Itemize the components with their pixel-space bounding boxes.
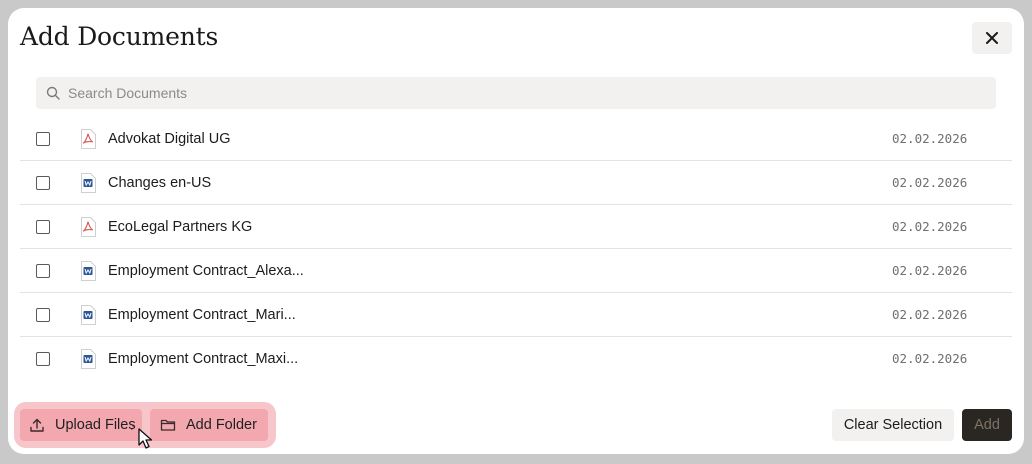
document-row[interactable]: Employment Contract_Alexa... 02.02.2026 (20, 249, 1012, 293)
pdf-file-icon (80, 129, 96, 149)
word-file-icon (80, 305, 96, 325)
word-file-icon (80, 349, 96, 369)
word-file-icon (80, 173, 96, 193)
document-row[interactable]: EcoLegal Partners KG 02.02.2026 (20, 205, 1012, 249)
upload-icon (29, 417, 45, 433)
clear-selection-button[interactable]: Clear Selection (832, 409, 954, 441)
search-input[interactable] (68, 85, 968, 101)
search-bar[interactable] (36, 77, 996, 109)
clear-selection-label: Clear Selection (843, 417, 943, 433)
close-icon (986, 32, 998, 44)
upload-files-label: Upload Files (55, 417, 136, 433)
document-name: EcoLegal Partners KG (108, 218, 253, 235)
document-row[interactable]: Employment Contract_Mari... 02.02.2026 (20, 293, 1012, 337)
add-label: Add (974, 417, 1000, 433)
word-file-icon (80, 261, 96, 281)
add-folder-button[interactable]: Add Folder (150, 409, 268, 441)
document-checkbox[interactable] (36, 351, 50, 366)
document-name: Employment Contract_Alexa... (108, 262, 304, 279)
document-date: 02.02.2026 (892, 307, 968, 322)
document-row[interactable]: Changes en-US 02.02.2026 (20, 161, 1012, 205)
document-checkbox[interactable] (36, 263, 50, 278)
close-button[interactable] (972, 22, 1012, 54)
document-date: 02.02.2026 (892, 175, 968, 190)
add-button[interactable]: Add (962, 409, 1012, 441)
document-checkbox[interactable] (36, 131, 50, 146)
document-date: 02.02.2026 (892, 219, 968, 234)
document-date: 02.02.2026 (892, 351, 968, 366)
document-name: Changes en-US (108, 174, 212, 191)
search-icon (46, 86, 60, 100)
mouse-cursor-icon (131, 425, 153, 449)
document-date: 02.02.2026 (892, 131, 968, 146)
document-name: Advokat Digital UG (108, 130, 231, 147)
window-frame: Add Documents Advokat Digital UG 02.02.2… (0, 0, 1032, 464)
document-date: 02.02.2026 (892, 263, 968, 278)
document-list: Advokat Digital UG 02.02.2026 Changes en… (20, 117, 1012, 380)
document-checkbox[interactable] (36, 307, 50, 322)
pdf-file-icon (80, 217, 96, 237)
dialog-title: Add Documents (20, 22, 219, 51)
add-folder-label: Add Folder (186, 417, 257, 433)
document-name: Employment Contract_Mari... (108, 306, 296, 323)
add-documents-dialog: Add Documents Advokat Digital UG 02.02.2… (8, 8, 1024, 454)
folder-icon (160, 417, 176, 433)
document-checkbox[interactable] (36, 175, 50, 190)
upload-files-button[interactable]: Upload Files (20, 409, 142, 441)
document-name: Employment Contract_Maxi... (108, 350, 299, 367)
document-checkbox[interactable] (36, 219, 50, 234)
document-row[interactable]: Advokat Digital UG 02.02.2026 (20, 117, 1012, 161)
document-row[interactable]: Employment Contract_Maxi... 02.02.2026 (20, 337, 1012, 380)
